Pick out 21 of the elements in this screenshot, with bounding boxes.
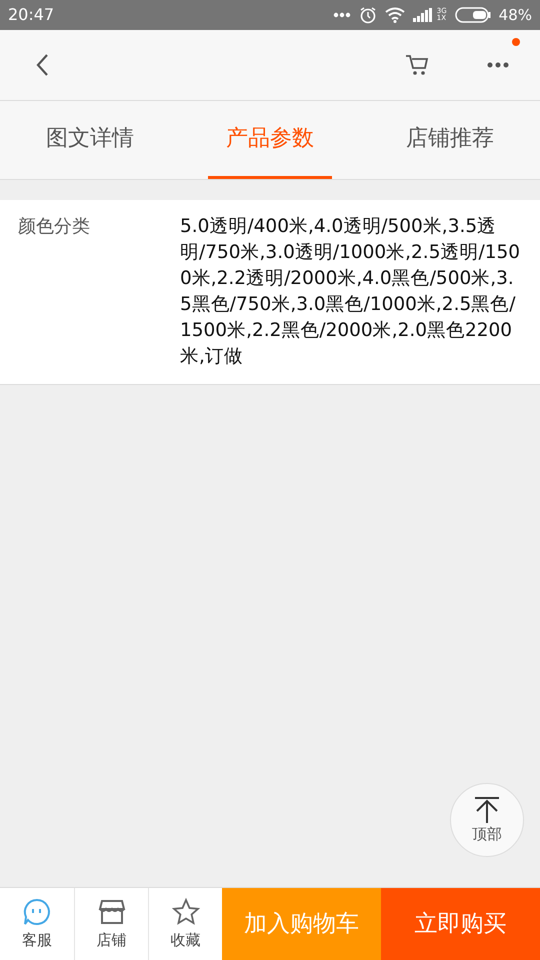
- alarm-icon: [358, 6, 377, 24]
- param-name: 颜色分类: [17, 215, 91, 239]
- bottom-nav-item[interactable]: 客服: [0, 888, 74, 960]
- cart-icon: [405, 53, 429, 77]
- battery-percent: 48%: [498, 4, 532, 26]
- bottom-nav-item[interactable]: 店铺: [74, 888, 148, 960]
- tab[interactable]: 图文详情: [0, 101, 180, 179]
- cart-button[interactable]: [404, 52, 430, 78]
- chat-bubble-icon: [22, 896, 52, 927]
- arrow-up-icon: [474, 796, 500, 824]
- wifi-icon: [384, 7, 405, 23]
- star-icon: [170, 896, 200, 927]
- signal-icon: [412, 8, 433, 22]
- back-icon: [35, 53, 49, 77]
- status-time: 20:47: [8, 4, 54, 26]
- more-dots-icon: [332, 12, 351, 18]
- battery-icon: [454, 7, 491, 23]
- more-icon: [487, 62, 509, 68]
- back-to-top-button[interactable]: 顶部: [450, 783, 524, 857]
- param-value: 5.0透明/400米,4.0透明/500米,3.5透明/750米,3.0透明/1000米,2.5透明/1500米,2.2透明/2000米,4.0黑色/500米,3.5黑色/750米,3.0黑色/1000米,2.5黑色/1500米,2.2黑色/2000米,2.0黑色2200米,订做: [180, 215, 520, 369]
- tab[interactable]: 店铺推荐: [360, 101, 540, 179]
